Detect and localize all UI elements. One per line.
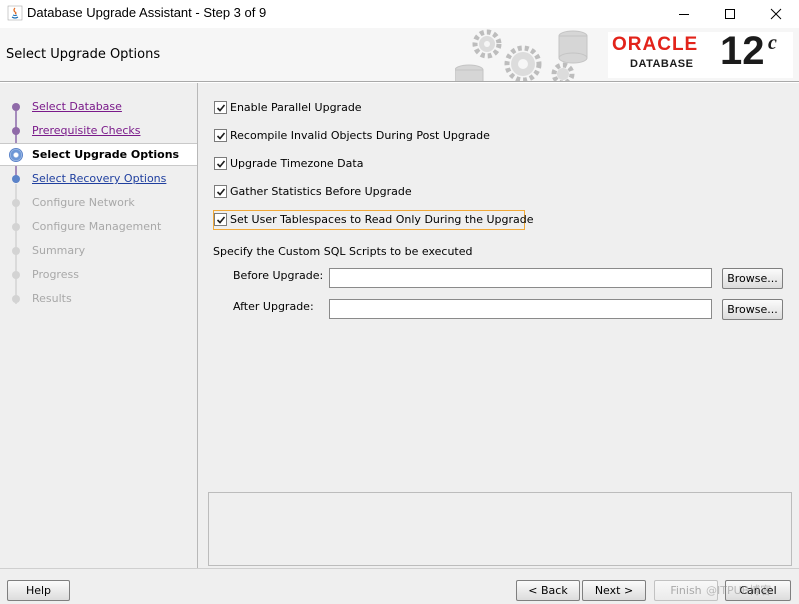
checkbox-box[interactable] [214, 129, 227, 142]
checkmark-icon [216, 160, 226, 168]
checkbox-label[interactable]: Enable Parallel Upgrade [230, 101, 362, 114]
before-upgrade-script-input[interactable] [329, 268, 712, 288]
maximize-button[interactable] [707, 0, 753, 28]
step-pending-icon [12, 223, 20, 231]
step-summary: Summary [0, 240, 197, 262]
enable-parallel-upgrade-checkbox[interactable]: Enable Parallel Upgrade [214, 100, 362, 118]
minimize-button[interactable] [661, 0, 707, 28]
close-button[interactable] [753, 0, 799, 28]
step-label: Configure Network [32, 196, 135, 209]
checkbox-label[interactable]: Set User Tablespaces to Read Only During… [230, 213, 534, 226]
logo-version: 12 [720, 29, 765, 73]
checkbox-box[interactable] [214, 101, 227, 114]
back-button[interactable]: < Back [516, 580, 580, 601]
checkbox-label[interactable]: Gather Statistics Before Upgrade [230, 185, 412, 198]
step-pending-icon [12, 271, 20, 279]
set-tablespaces-read-only-checkbox[interactable]: Set User Tablespaces to Read Only During… [213, 210, 534, 230]
window-title: Database Upgrade Assistant - Step 3 of 9 [27, 5, 267, 20]
step-label[interactable]: Select Recovery Options [32, 172, 166, 185]
before-upgrade-browse-button[interactable]: Browse... [722, 268, 783, 289]
title-bar: Database Upgrade Assistant - Step 3 of 9 [0, 0, 799, 28]
step-navigator: Select Database Prerequisite Checks Sele… [0, 83, 198, 568]
java-app-icon [7, 5, 23, 21]
gather-statistics-checkbox[interactable]: Gather Statistics Before Upgrade [214, 184, 412, 202]
step-label[interactable]: Prerequisite Checks [32, 124, 140, 137]
checkmark-icon [216, 104, 226, 112]
custom-scripts-section-label: Specify the Custom SQL Scripts to be exe… [213, 245, 473, 258]
close-icon [770, 8, 782, 20]
gears-database-banner-icon [455, 29, 588, 81]
next-button[interactable]: Next > [582, 580, 646, 601]
step-done-icon [12, 103, 20, 111]
help-button[interactable]: Help [7, 580, 70, 601]
logo-version-suffix: c [768, 32, 777, 54]
oracle-database-12c-logo: ORACLE DATABASE 12 c [608, 29, 793, 78]
checkbox-label[interactable]: Upgrade Timezone Data [230, 157, 363, 170]
step-select-recovery-options[interactable]: Select Recovery Options [0, 168, 197, 190]
step-pending-icon [12, 247, 20, 255]
step-label: Configure Management [32, 220, 162, 233]
step-progress: Progress [0, 264, 197, 286]
step-label: Summary [32, 244, 86, 257]
step-results: Results [0, 288, 197, 310]
upgrade-timezone-data-checkbox[interactable]: Upgrade Timezone Data [214, 156, 363, 174]
recompile-invalid-objects-checkbox[interactable]: Recompile Invalid Objects During Post Up… [214, 128, 490, 146]
checkbox-box[interactable] [214, 157, 227, 170]
step-prerequisite-checks[interactable]: Prerequisite Checks [0, 120, 197, 142]
step-configure-network: Configure Network [0, 192, 197, 214]
before-upgrade-label: Before Upgrade: [233, 269, 324, 282]
minimize-icon [679, 14, 689, 15]
after-upgrade-script-input[interactable] [329, 299, 712, 319]
logo-brand: ORACLE [612, 34, 699, 55]
step-pending-icon [12, 295, 20, 303]
step-select-database[interactable]: Select Database [0, 96, 197, 118]
checkmark-icon [216, 188, 226, 196]
step-label: Progress [32, 268, 79, 281]
after-upgrade-browse-button[interactable]: Browse... [722, 299, 783, 320]
step-label: Select Upgrade Options [32, 148, 180, 161]
step-configure-management: Configure Management [0, 216, 197, 238]
checkmark-icon [216, 216, 226, 224]
step-label[interactable]: Select Database [32, 100, 122, 113]
step-done-icon [12, 127, 20, 135]
logo-product: DATABASE [630, 58, 694, 70]
checkbox-label[interactable]: Recompile Invalid Objects During Post Up… [230, 129, 490, 142]
step-available-icon [12, 175, 20, 183]
watermark-text: @ITPUB博客 [706, 584, 772, 597]
checkbox-box[interactable] [214, 185, 227, 198]
step-pending-icon [12, 199, 20, 207]
step-label: Results [32, 292, 72, 305]
step-select-upgrade-options[interactable]: Select Upgrade Options [0, 143, 197, 166]
page-header: Select Upgrade Options ORACLE DATABASE 1… [0, 28, 799, 82]
maximize-icon [725, 9, 735, 19]
step-current-icon [9, 148, 23, 162]
after-upgrade-label: After Upgrade: [233, 300, 314, 313]
checkmark-icon [216, 132, 226, 140]
messages-pane [208, 492, 792, 566]
checkbox-box[interactable] [214, 213, 227, 226]
page-title: Select Upgrade Options [6, 47, 161, 62]
